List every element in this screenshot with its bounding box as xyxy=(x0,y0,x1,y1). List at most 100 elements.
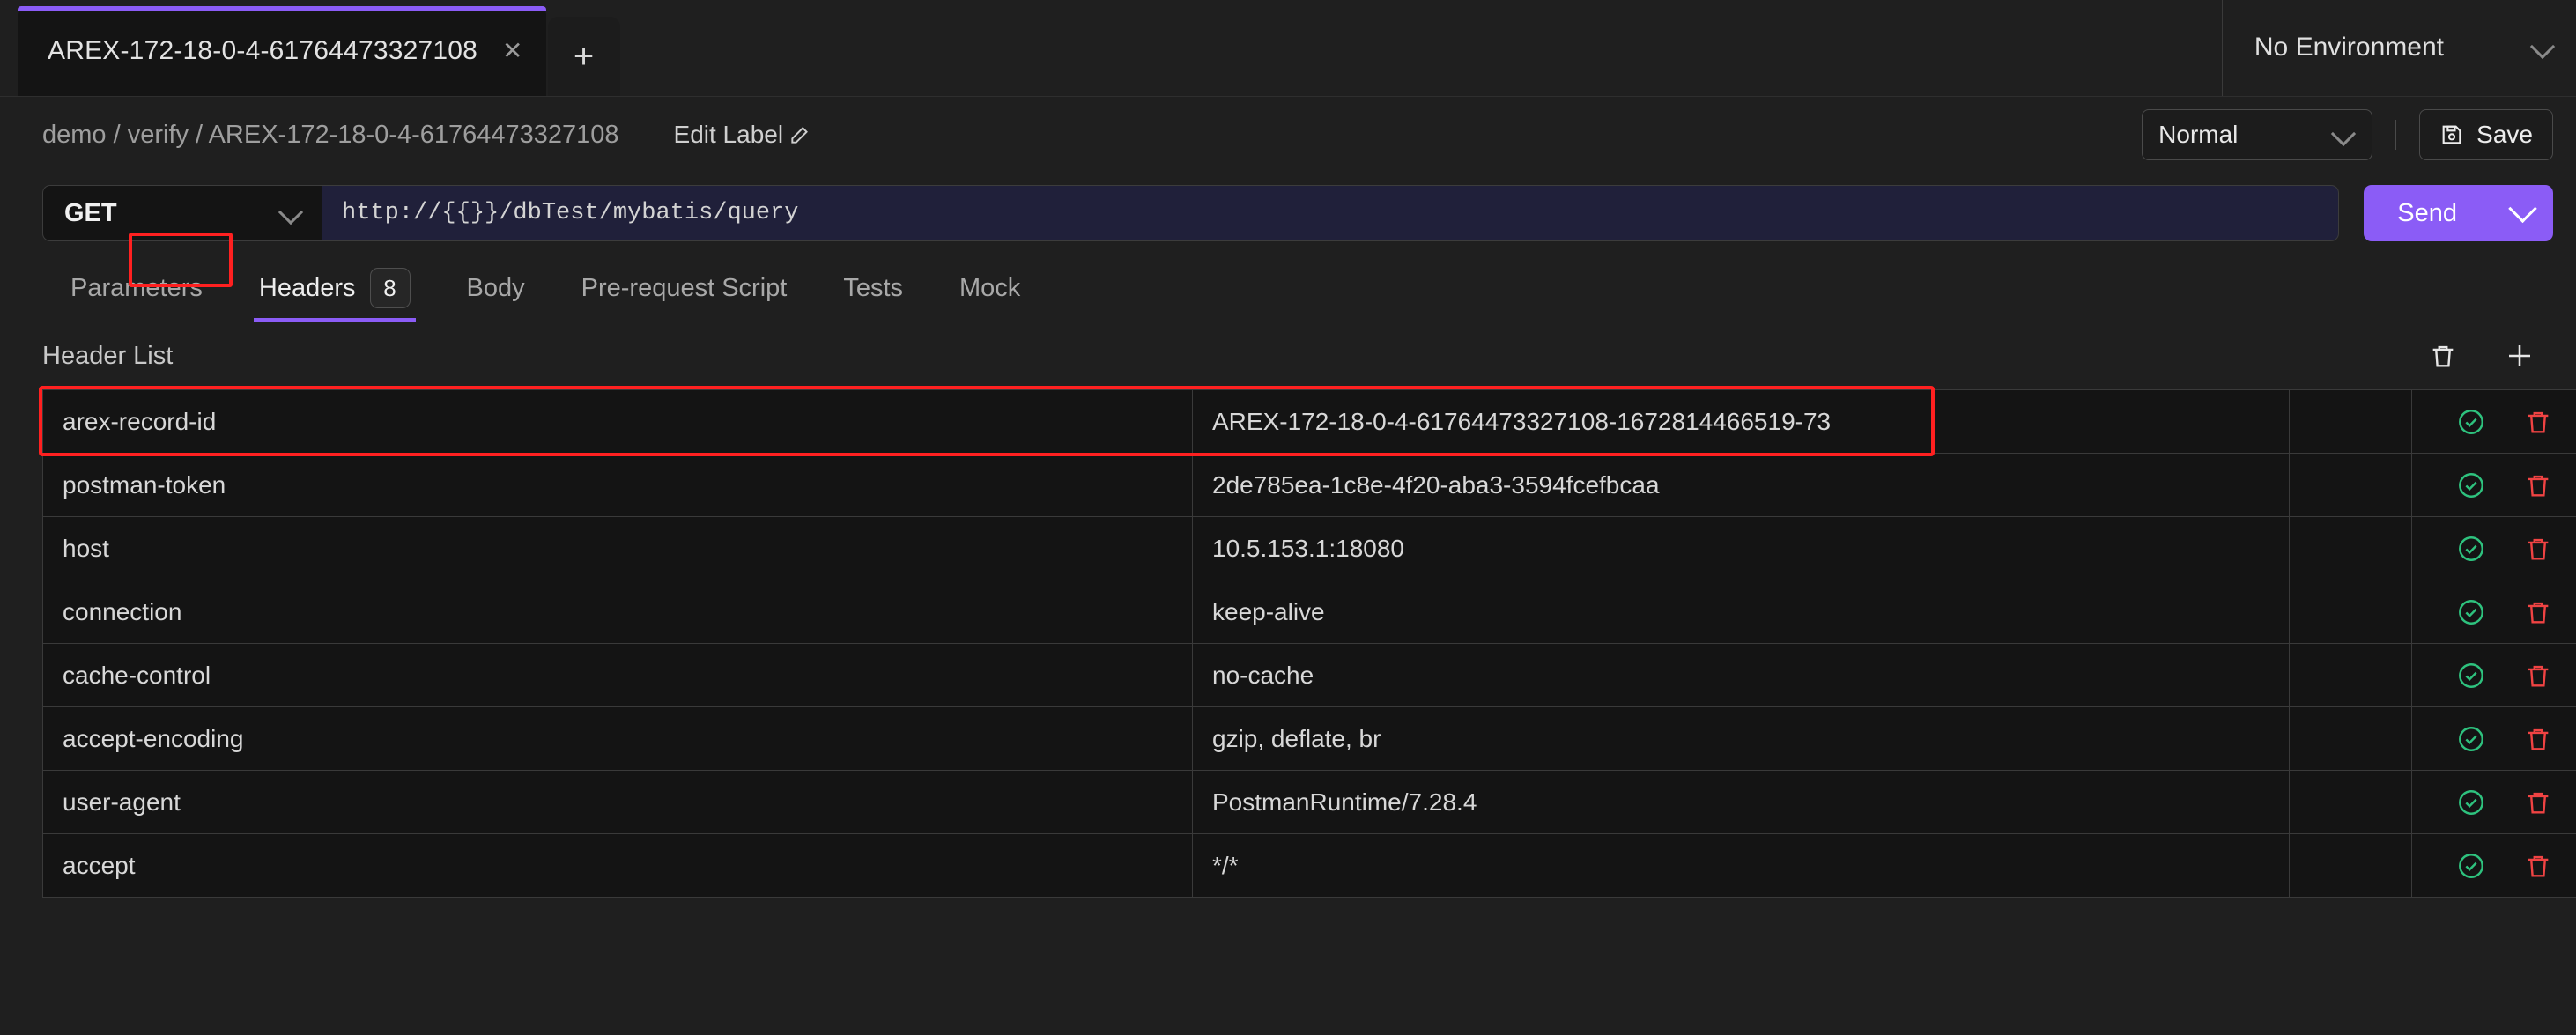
trash-icon[interactable] xyxy=(2523,787,2553,817)
header-actions-cell xyxy=(2411,389,2576,454)
url-input[interactable]: http://{{}}/dbTest/mybatis/query xyxy=(322,185,2340,241)
header-value-cell[interactable]: 2de785ea-1c8e-4f20-aba3-3594fcefbcaa xyxy=(1192,453,2290,517)
header-key-cell[interactable]: accept xyxy=(42,833,1193,898)
send-button-label: Send xyxy=(2397,198,2457,227)
breadcrumb-actions: Normal Save xyxy=(2142,109,2553,160)
status-badge: 8 xyxy=(369,268,411,308)
table-row[interactable]: arex-record-id AREX-172-18-0-4-6176447332… xyxy=(42,389,2576,454)
header-value-cell[interactable]: PostmanRuntime/7.28.4 xyxy=(1192,770,2290,834)
check-circle-icon[interactable] xyxy=(2456,661,2486,691)
check-circle-icon[interactable] xyxy=(2456,851,2486,881)
tab-tests[interactable]: Tests xyxy=(815,254,931,322)
table-row[interactable]: connection keep-alive xyxy=(42,580,2576,644)
tab-headers-label: Headers xyxy=(258,273,356,302)
send-button[interactable]: Send xyxy=(2364,185,2553,241)
trash-icon[interactable] xyxy=(2523,661,2553,691)
header-value-cell[interactable]: keep-alive xyxy=(1192,580,2290,644)
edit-label-text: Edit Label xyxy=(673,121,784,148)
check-circle-icon[interactable] xyxy=(2456,724,2486,754)
chevron-down-icon xyxy=(2333,123,2356,146)
header-actions-cell xyxy=(2411,770,2576,834)
header-key-cell[interactable]: host xyxy=(42,516,1193,580)
mode-select-value: Normal xyxy=(2158,121,2239,148)
trash-icon[interactable] xyxy=(2523,470,2553,500)
header-value-cell[interactable]: no-cache xyxy=(1192,643,2290,707)
tab-parameters[interactable]: Parameters xyxy=(42,254,231,322)
header-actions-cell xyxy=(2411,833,2576,898)
tab-strip-tabs: AREX-172-18-0-4-61764473327108 ✕ + xyxy=(0,0,620,96)
table-row[interactable]: user-agent PostmanRuntime/7.28.4 xyxy=(42,770,2576,834)
table-row[interactable]: accept-encoding gzip, deflate, br xyxy=(42,706,2576,771)
header-actions-cell xyxy=(2411,706,2576,771)
method-select-value: GET xyxy=(64,198,117,227)
check-circle-icon[interactable] xyxy=(2456,407,2486,437)
header-spacer-cell xyxy=(2289,643,2412,707)
header-spacer-cell xyxy=(2289,389,2412,454)
chevron-down-icon xyxy=(280,202,303,225)
trash-icon[interactable] xyxy=(2523,534,2553,564)
tab-pre-request-script-label: Pre-request Script xyxy=(581,273,788,302)
url-input-value: http://{{}}/dbTest/mybatis/query xyxy=(342,200,799,226)
environment-selector[interactable]: No Environment xyxy=(2221,0,2576,96)
toolbar-divider xyxy=(2395,120,2397,150)
chevron-down-icon[interactable] xyxy=(2491,185,2553,241)
table-row[interactable]: host 10.5.153.1:18080 xyxy=(42,516,2576,580)
header-key-cell[interactable]: arex-record-id xyxy=(42,389,1193,454)
header-key-cell[interactable]: accept-encoding xyxy=(42,706,1193,771)
request-tab-label: AREX-172-18-0-4-61764473327108 xyxy=(48,36,478,65)
header-spacer-cell xyxy=(2289,833,2412,898)
method-select[interactable]: GET xyxy=(42,185,322,241)
tab-headers[interactable]: Headers 8 xyxy=(231,254,439,322)
header-key-cell[interactable]: connection xyxy=(42,580,1193,644)
header-actions-cell xyxy=(2411,643,2576,707)
chevron-down-icon xyxy=(2532,36,2555,59)
request-url-bar: GET http://{{}}/dbTest/mybatis/query Sen… xyxy=(0,173,2576,254)
header-key-cell[interactable]: cache-control xyxy=(42,643,1193,707)
tab-tests-label: Tests xyxy=(843,273,904,302)
trash-icon[interactable] xyxy=(2523,851,2553,881)
header-value-cell[interactable]: 10.5.153.1:18080 xyxy=(1192,516,2290,580)
mode-select[interactable]: Normal xyxy=(2142,109,2373,160)
check-circle-icon[interactable] xyxy=(2456,534,2486,564)
header-list-table-wrap: arex-record-id AREX-172-18-0-4-6176447332… xyxy=(39,386,2576,898)
header-spacer-cell xyxy=(2289,453,2412,517)
header-value-cell[interactable]: */* xyxy=(1192,833,2290,898)
table-row[interactable]: postman-token 2de785ea-1c8e-4f20-aba3-359… xyxy=(42,453,2576,517)
pencil-icon xyxy=(791,127,809,144)
save-button[interactable]: Save xyxy=(2419,109,2553,160)
breadcrumb-bar: demo / verify / AREX-172-18-0-4-61764473… xyxy=(0,97,2576,173)
table-row[interactable]: accept */* xyxy=(42,833,2576,898)
check-circle-icon[interactable] xyxy=(2456,470,2486,500)
floppy-disk-icon xyxy=(2442,125,2461,144)
edit-label-button[interactable]: Edit Label xyxy=(674,121,812,149)
header-actions-cell xyxy=(2411,580,2576,644)
tab-strip: AREX-172-18-0-4-61764473327108 ✕ + No En… xyxy=(0,0,2576,97)
header-value-cell[interactable]: AREX-172-18-0-4-61764473327108-167281446… xyxy=(1192,389,2290,454)
tab-body[interactable]: Body xyxy=(439,254,553,322)
breadcrumb[interactable]: demo / verify / AREX-172-18-0-4-61764473… xyxy=(42,121,619,150)
header-spacer-cell xyxy=(2289,770,2412,834)
header-key-cell[interactable]: user-agent xyxy=(42,770,1193,834)
tab-pre-request-script[interactable]: Pre-request Script xyxy=(553,254,816,322)
save-button-label: Save xyxy=(2476,121,2533,148)
environment-label: No Environment xyxy=(2254,33,2444,62)
check-circle-icon[interactable] xyxy=(2456,787,2486,817)
check-circle-icon[interactable] xyxy=(2456,597,2486,627)
trash-icon[interactable] xyxy=(2523,597,2553,627)
tab-mock-label: Mock xyxy=(959,273,1021,302)
header-spacer-cell xyxy=(2289,580,2412,644)
trash-icon[interactable] xyxy=(2428,341,2458,371)
header-spacer-cell xyxy=(2289,516,2412,580)
table-row[interactable]: cache-control no-cache xyxy=(42,643,2576,707)
request-tab[interactable]: AREX-172-18-0-4-61764473327108 ✕ xyxy=(18,6,546,96)
trash-icon[interactable] xyxy=(2523,724,2553,754)
plus-icon[interactable]: + xyxy=(547,17,620,96)
plus-icon[interactable] xyxy=(2504,340,2535,372)
tab-mock[interactable]: Mock xyxy=(931,254,1048,322)
header-actions-cell xyxy=(2411,453,2576,517)
header-actions-cell xyxy=(2411,516,2576,580)
trash-icon[interactable] xyxy=(2523,407,2553,437)
close-icon[interactable]: ✕ xyxy=(502,39,522,63)
header-value-cell[interactable]: gzip, deflate, br xyxy=(1192,706,2290,771)
header-key-cell[interactable]: postman-token xyxy=(42,453,1193,517)
